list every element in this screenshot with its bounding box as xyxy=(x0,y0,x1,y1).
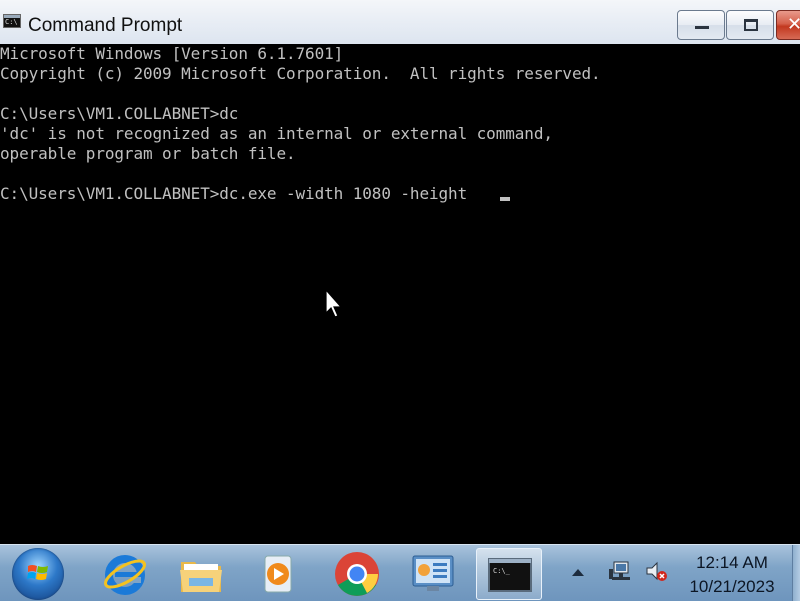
minimize-button[interactable] xyxy=(677,10,725,40)
taskbar-chrome[interactable] xyxy=(324,548,390,600)
media-player-icon xyxy=(264,555,292,593)
minimize-icon xyxy=(695,26,709,29)
taskbar-windows-explorer[interactable] xyxy=(168,548,234,600)
maximize-icon xyxy=(744,19,758,31)
console-line: operable program or batch file. xyxy=(0,144,296,163)
control-panel-icon xyxy=(412,555,454,591)
taskbar-command-prompt[interactable]: C:\_ xyxy=(476,548,542,600)
close-icon: ✕ xyxy=(787,14,800,35)
svg-text:C:\_: C:\_ xyxy=(493,567,511,575)
system-clock[interactable]: 12:14 AM 10/21/2023 xyxy=(680,553,784,598)
folder-icon xyxy=(180,562,222,592)
console-output[interactable]: Microsoft Windows [Version 6.1.7601] Cop… xyxy=(0,44,800,544)
close-button[interactable]: ✕ xyxy=(776,10,800,40)
show-hidden-icons-button[interactable] xyxy=(572,569,584,576)
console-line: Copyright (c) 2009 Microsoft Corporation… xyxy=(0,64,601,83)
taskbar-media-player[interactable] xyxy=(244,548,310,600)
taskbar-internet-explorer[interactable] xyxy=(92,548,158,600)
windows-logo-icon xyxy=(27,565,48,580)
console-line: C:\Users\VM1.COLLABNET>dc xyxy=(0,104,239,123)
mouse-pointer-icon xyxy=(325,289,343,318)
clock-time: 12:14 AM xyxy=(696,553,768,572)
console-line: 'dc' is not recognized as an internal or… xyxy=(0,124,553,143)
chrome-icon xyxy=(335,552,379,596)
clock-date: 10/21/2023 xyxy=(689,577,775,596)
ie-icon xyxy=(104,555,146,595)
text-cursor xyxy=(500,197,510,201)
maximize-button[interactable] xyxy=(726,10,774,40)
start-button[interactable] xyxy=(12,548,64,600)
volume-muted-icon[interactable] xyxy=(645,559,669,583)
command-prompt-icon[interactable] xyxy=(3,14,21,28)
window-title: Command Prompt xyxy=(28,15,183,36)
cmd-icon: C:\_ xyxy=(488,558,532,592)
taskbar-control-panel[interactable] xyxy=(400,548,466,600)
console-input-line[interactable]: C:\Users\VM1.COLLABNET>dc.exe -width 108… xyxy=(0,184,477,204)
network-icon[interactable] xyxy=(609,559,633,583)
taskbar: C:\_ 12:14 AM 10/21/2023 xyxy=(0,544,800,601)
console-line: Microsoft Windows [Version 6.1.7601] xyxy=(0,44,344,63)
show-desktop-button[interactable] xyxy=(792,545,800,601)
title-bar[interactable]: Command Prompt ✕ xyxy=(0,0,800,45)
